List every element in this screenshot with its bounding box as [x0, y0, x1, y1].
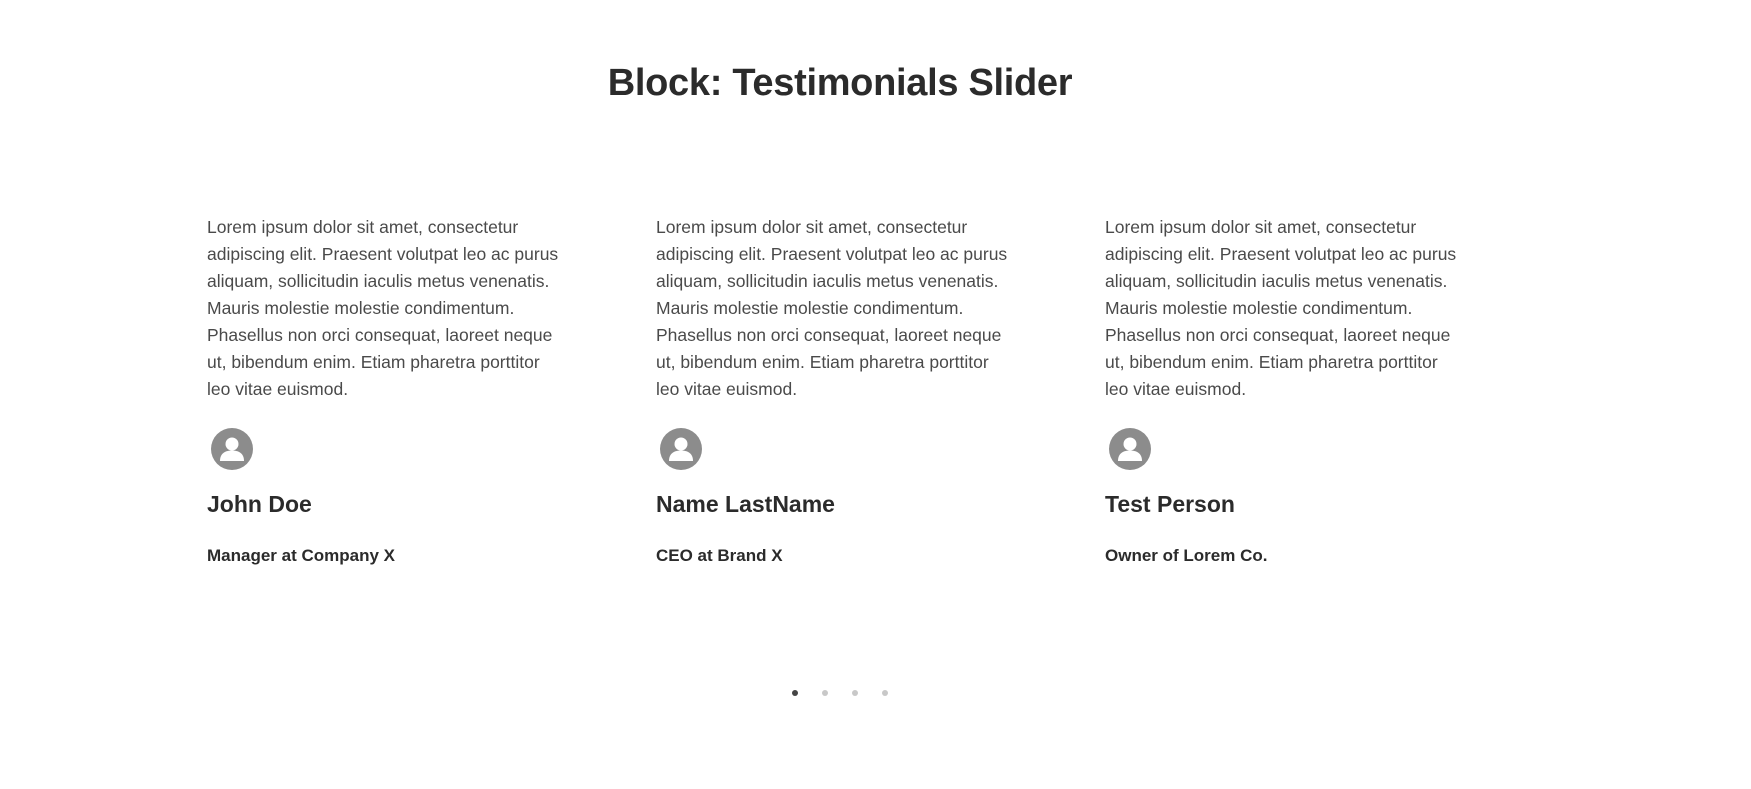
testimonial-card: Lorem ipsum dolor sit amet, consectetur … [656, 214, 1016, 566]
testimonials-page: Block: Testimonials Slider Lorem ipsum d… [0, 0, 1751, 789]
testimonial-quote: Lorem ipsum dolor sit amet, consectetur … [1105, 217, 1457, 399]
page-title: Block: Testimonials Slider [607, 62, 1073, 104]
slider-pagination [0, 690, 1680, 696]
testimonial-role: CEO at Brand X [656, 546, 783, 565]
user-avatar-icon [1109, 428, 1151, 470]
pagination-dot-3[interactable] [852, 690, 858, 696]
testimonials-slider[interactable]: Lorem ipsum dolor sit amet, consectetur … [207, 214, 1465, 566]
testimonial-quote: Lorem ipsum dolor sit amet, consectetur … [656, 217, 1008, 399]
testimonial-name: John Doe [207, 491, 312, 517]
testimonial-card: Lorem ipsum dolor sit amet, consectetur … [1105, 214, 1465, 566]
testimonial-name: Name LastName [656, 491, 835, 517]
testimonial-role: Manager at Company X [207, 546, 395, 565]
testimonial-card: Lorem ipsum dolor sit amet, consectetur … [207, 214, 567, 566]
pagination-dot-4[interactable] [882, 690, 888, 696]
pagination-dot-2[interactable] [822, 690, 828, 696]
testimonial-quote: Lorem ipsum dolor sit amet, consectetur … [207, 217, 559, 399]
pagination-dot-1[interactable] [792, 690, 798, 696]
user-avatar-icon [660, 428, 702, 470]
testimonial-name: Test Person [1105, 491, 1235, 517]
user-avatar-icon [211, 428, 253, 470]
testimonial-role: Owner of Lorem Co. [1105, 546, 1268, 565]
